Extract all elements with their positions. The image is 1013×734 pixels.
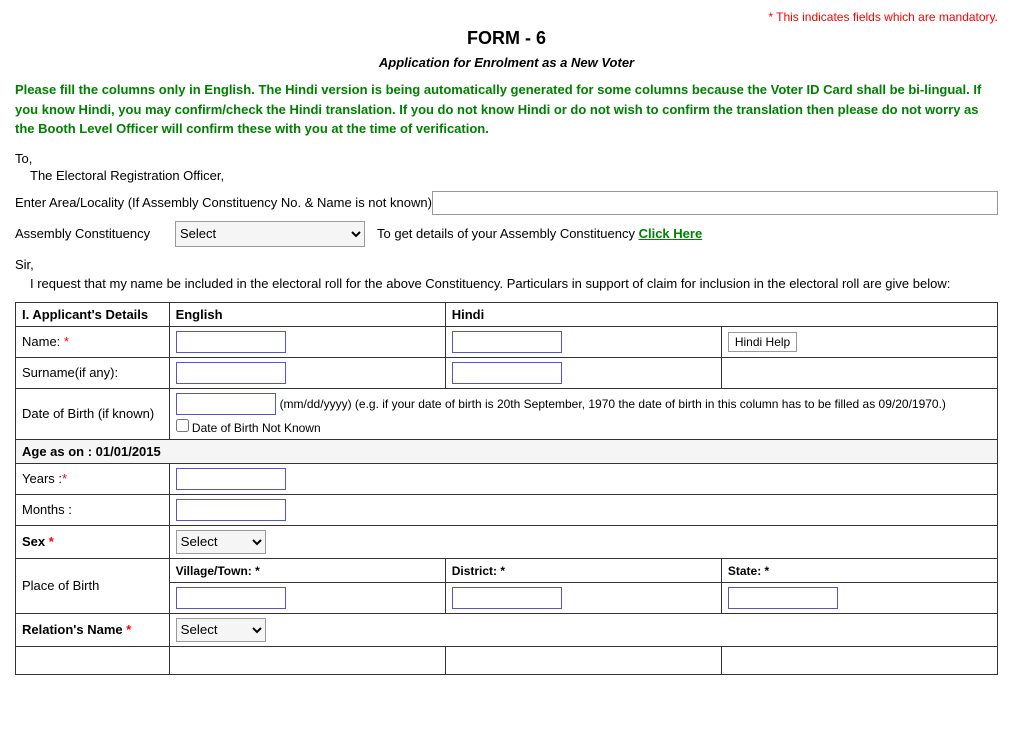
place-birth-label: Place of Birth <box>16 558 170 613</box>
relation-row: Relation's Name * Select Father Mother H… <box>16 613 998 646</box>
name-required-star: * <box>64 334 69 349</box>
assembly-label: Assembly Constituency <box>15 226 175 241</box>
sex-required-star: * <box>49 534 54 549</box>
name-row: Name: * Hindi Help <box>16 326 998 357</box>
relation-required-star: * <box>126 622 131 637</box>
dob-input-cell: (mm/dd/yyyy) (e.g. if your date of birth… <box>169 388 997 439</box>
mandatory-note: * This indicates fields which are mandat… <box>15 10 998 24</box>
sex-select-cell: Select Male Female Other <box>169 525 997 558</box>
bottom-placeholder-row <box>16 646 998 674</box>
area-input[interactable] <box>432 191 998 215</box>
officer-label: The Electoral Registration Officer, <box>30 168 998 183</box>
english-col-header: English <box>169 302 445 326</box>
dob-input[interactable] <box>176 393 276 415</box>
sex-label: Sex * <box>16 525 170 558</box>
relation-select-cell: Select Father Mother Husband Other <box>169 613 997 646</box>
area-field-row: Enter Area/Locality (If Assembly Constit… <box>15 191 998 215</box>
village-input-cell <box>169 582 445 613</box>
months-label: Months : <box>16 494 170 525</box>
district-input[interactable] <box>452 587 562 609</box>
assembly-row: Assembly Constituency Select To get deta… <box>15 221 998 247</box>
surname-hindi-cell <box>445 357 721 388</box>
surname-english-input[interactable] <box>176 362 286 384</box>
place-birth-row: Place of Birth Village/Town: * District:… <box>16 558 998 582</box>
age-header-row: Age as on : 01/01/2015 <box>16 439 998 463</box>
months-row: Months : <box>16 494 998 525</box>
dob-unknown-checkbox[interactable] <box>176 419 189 432</box>
assembly-select[interactable]: Select <box>175 221 365 247</box>
years-input[interactable] <box>176 468 286 490</box>
to-label: To, <box>15 151 998 166</box>
surname-hindi-input[interactable] <box>452 362 562 384</box>
village-label: Village/Town: * <box>169 558 445 582</box>
name-english-cell <box>169 326 445 357</box>
section-header-row: I. Applicant's Details English Hindi <box>16 302 998 326</box>
hindi-help-button[interactable]: Hindi Help <box>728 332 797 352</box>
years-required-star: * <box>62 471 67 486</box>
relation-select[interactable]: Select Father Mother Husband Other <box>176 618 266 642</box>
sir-section: Sir, I request that my name be included … <box>15 255 998 294</box>
relation-label: Relation's Name * <box>16 613 170 646</box>
hindi-help-cell: Hindi Help <box>721 326 997 357</box>
age-header-cell: Age as on : 01/01/2015 <box>16 439 998 463</box>
state-input-cell <box>721 582 997 613</box>
bottom-col3 <box>445 646 721 674</box>
name-label: Name: * <box>16 326 170 357</box>
click-here-link[interactable]: Click Here <box>639 226 703 241</box>
state-input[interactable] <box>728 587 838 609</box>
district-input-cell <box>445 582 721 613</box>
dob-format-note: (mm/dd/yyyy) (e.g. if your date of birth… <box>280 397 946 411</box>
dob-label-cell: Date of Birth (if known) <box>16 388 170 439</box>
applicant-details-table: I. Applicant's Details English Hindi Nam… <box>15 302 998 675</box>
village-input[interactable] <box>176 587 286 609</box>
years-row: Years :* <box>16 463 998 494</box>
name-hindi-input[interactable] <box>452 331 562 353</box>
surname-label: Surname(if any): <box>16 357 170 388</box>
hindi-col-header: Hindi <box>445 302 997 326</box>
sex-select[interactable]: Select Male Female Other <box>176 530 266 554</box>
dob-row: Date of Birth (if known) (mm/dd/yyyy) (e… <box>16 388 998 439</box>
bottom-col4 <box>721 646 997 674</box>
district-label: District: * <box>445 558 721 582</box>
name-hindi-cell <box>445 326 721 357</box>
form-title: FORM - 6 <box>15 28 998 49</box>
years-input-cell <box>169 463 997 494</box>
surname-row: Surname(if any): <box>16 357 998 388</box>
name-english-input[interactable] <box>176 331 286 353</box>
dob-unknown-label: Date of Birth Not Known <box>192 421 321 435</box>
dob-unknown-row: Date of Birth Not Known <box>176 419 991 435</box>
bottom-col1 <box>16 646 170 674</box>
years-label: Years :* <box>16 463 170 494</box>
sex-row: Sex * Select Male Female Other <box>16 525 998 558</box>
instruction-text: Please fill the columns only in English.… <box>15 80 998 139</box>
months-input-cell <box>169 494 997 525</box>
state-label: State: * <box>721 558 997 582</box>
surname-english-cell <box>169 357 445 388</box>
surname-empty-cell <box>721 357 997 388</box>
form-subtitle: Application for Enrolment as a New Voter <box>15 55 998 70</box>
assembly-info: To get details of your Assembly Constitu… <box>377 226 702 241</box>
months-input[interactable] <box>176 499 286 521</box>
bottom-col2 <box>169 646 445 674</box>
section-header-label: I. Applicant's Details <box>16 302 170 326</box>
area-label: Enter Area/Locality (If Assembly Constit… <box>15 195 432 210</box>
